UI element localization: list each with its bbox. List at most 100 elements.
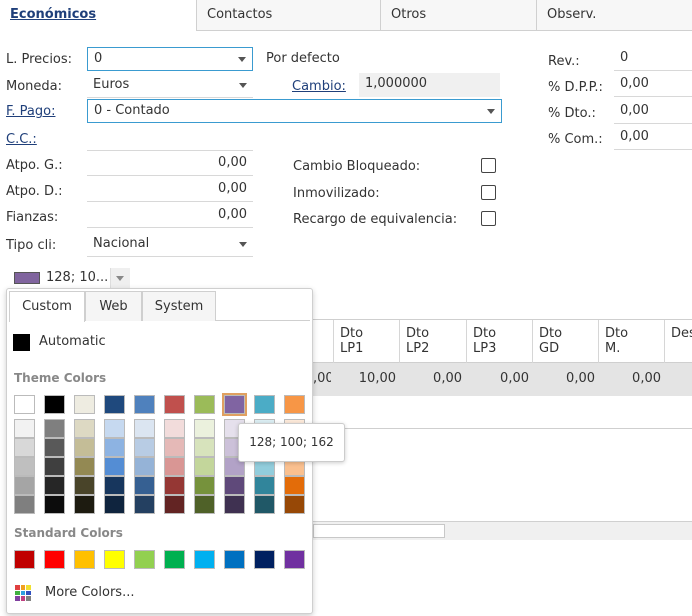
tab-contactos[interactable]: Contactos (196, 0, 380, 31)
theme-shade-cell[interactable] (134, 419, 155, 438)
cc-field[interactable] (87, 127, 253, 151)
grid-col-dto-lp1[interactable]: Dto LP1 (333, 320, 399, 363)
theme-shade-cell[interactable] (194, 457, 215, 476)
theme-shade-cell[interactable] (134, 476, 155, 495)
dto-field[interactable]: 0,00 (614, 100, 692, 124)
dpp-field[interactable]: 0,00 (614, 73, 692, 97)
theme-shade-cell[interactable] (164, 476, 185, 495)
l-precios-select[interactable]: 0 (87, 47, 253, 71)
grid-col-dto-m[interactable]: Dto M. (598, 320, 664, 363)
theme-shade-cell[interactable] (134, 495, 155, 514)
theme-shade-cell[interactable] (44, 495, 65, 514)
theme-shade-cell[interactable] (164, 457, 185, 476)
theme-shade-cell[interactable] (44, 438, 65, 457)
color-dropdown-button[interactable] (110, 268, 130, 290)
theme-color-cell[interactable] (194, 395, 215, 414)
atpo-d-field[interactable]: 0,00 (87, 178, 253, 202)
theme-shade-cell[interactable] (224, 476, 245, 495)
rev-field[interactable]: 0 (614, 47, 692, 71)
theme-shade-cell[interactable] (224, 495, 245, 514)
theme-shade-cell[interactable] (104, 495, 125, 514)
theme-color-cell[interactable] (284, 395, 305, 414)
theme-color-cell[interactable] (254, 395, 275, 414)
grid-col-des[interactable]: Des (664, 320, 692, 363)
grid-cell[interactable]: 0,00 (598, 371, 661, 386)
theme-shade-cell[interactable] (14, 476, 35, 495)
theme-color-cell[interactable] (134, 395, 155, 414)
standard-color-cell[interactable] (284, 550, 305, 569)
cambio-link[interactable]: Cambio: (292, 79, 346, 94)
grid-cell[interactable]: 0,00 (399, 371, 462, 386)
cambio-field[interactable]: 1,000000 (359, 73, 500, 97)
f-pago-link[interactable]: F. Pago: (6, 104, 55, 119)
theme-color-cell[interactable] (222, 393, 247, 416)
theme-shade-cell[interactable] (194, 476, 215, 495)
theme-shade-cell[interactable] (284, 476, 305, 495)
theme-shade-cell[interactable] (134, 438, 155, 457)
standard-color-cell[interactable] (164, 550, 185, 569)
theme-shade-cell[interactable] (164, 438, 185, 457)
grid-col-dto-lp3[interactable]: Dto LP3 (466, 320, 532, 363)
horizontal-scrollbar[interactable] (313, 521, 692, 540)
theme-shade-cell[interactable] (74, 495, 95, 514)
cambio-bloqueado-checkbox[interactable] (481, 158, 496, 173)
cc-link[interactable]: C.C.: (6, 132, 37, 147)
recargo-checkbox[interactable] (481, 211, 496, 226)
theme-shade-cell[interactable] (74, 438, 95, 457)
standard-color-cell[interactable] (194, 550, 215, 569)
theme-shade-cell[interactable] (74, 457, 95, 476)
theme-shade-cell[interactable] (194, 438, 215, 457)
theme-shade-cell[interactable] (254, 495, 275, 514)
theme-color-cell[interactable] (164, 395, 185, 414)
standard-color-cell[interactable] (14, 550, 35, 569)
fianzas-field[interactable]: 0,00 (87, 204, 253, 228)
theme-shade-cell[interactable] (14, 419, 35, 438)
inmovilizado-checkbox[interactable] (481, 185, 496, 200)
theme-color-cell[interactable] (14, 395, 35, 414)
tipo-cli-select[interactable]: Nacional (87, 233, 253, 257)
color-selector[interactable]: 128; 10... (10, 268, 130, 290)
standard-color-cell[interactable] (224, 550, 245, 569)
standard-color-cell[interactable] (254, 550, 275, 569)
theme-shade-cell[interactable] (104, 476, 125, 495)
theme-shade-cell[interactable] (164, 419, 185, 438)
theme-shade-cell[interactable] (74, 419, 95, 438)
theme-shade-cell[interactable] (284, 495, 305, 514)
theme-color-cell[interactable] (104, 395, 125, 414)
standard-color-cell[interactable] (134, 550, 155, 569)
tab-economicos[interactable]: Económicos (0, 0, 196, 31)
tab-system[interactable]: System (142, 291, 216, 321)
standard-color-cell[interactable] (104, 550, 125, 569)
theme-shade-cell[interactable] (134, 457, 155, 476)
tab-otros[interactable]: Otros (380, 0, 536, 31)
tab-observ[interactable]: Observ. (536, 0, 692, 31)
theme-shade-cell[interactable] (194, 419, 215, 438)
standard-color-cell[interactable] (74, 550, 95, 569)
theme-shade-cell[interactable] (164, 495, 185, 514)
standard-color-cell[interactable] (44, 550, 65, 569)
tab-web[interactable]: Web (85, 291, 142, 321)
grid-cell[interactable]: 0,00 (532, 371, 595, 386)
grid-cell[interactable]: ,00 (313, 371, 331, 386)
theme-color-cell[interactable] (74, 395, 95, 414)
theme-shade-cell[interactable] (14, 438, 35, 457)
atpo-g-field[interactable]: 0,00 (87, 152, 253, 176)
grid-col-0[interactable] (313, 320, 333, 363)
grid-cell[interactable]: 10,00 (333, 371, 396, 386)
theme-shade-cell[interactable] (254, 476, 275, 495)
grid-cell[interactable]: 0,00 (466, 371, 529, 386)
grid-col-dto-lp2[interactable]: Dto LP2 (399, 320, 466, 363)
f-pago-select[interactable]: 0 - Contado (87, 99, 502, 123)
scrollbar-thumb[interactable] (313, 524, 445, 538)
com-field[interactable]: 0,00 (614, 126, 692, 150)
theme-shade-cell[interactable] (14, 495, 35, 514)
theme-shade-cell[interactable] (194, 495, 215, 514)
theme-shade-cell[interactable] (44, 419, 65, 438)
theme-shade-cell[interactable] (14, 457, 35, 476)
moneda-select[interactable]: Euros (87, 74, 253, 98)
theme-shade-cell[interactable] (104, 457, 125, 476)
theme-color-cell[interactable] (44, 395, 65, 414)
theme-shade-cell[interactable] (104, 438, 125, 457)
theme-shade-cell[interactable] (104, 419, 125, 438)
theme-shade-cell[interactable] (44, 457, 65, 476)
